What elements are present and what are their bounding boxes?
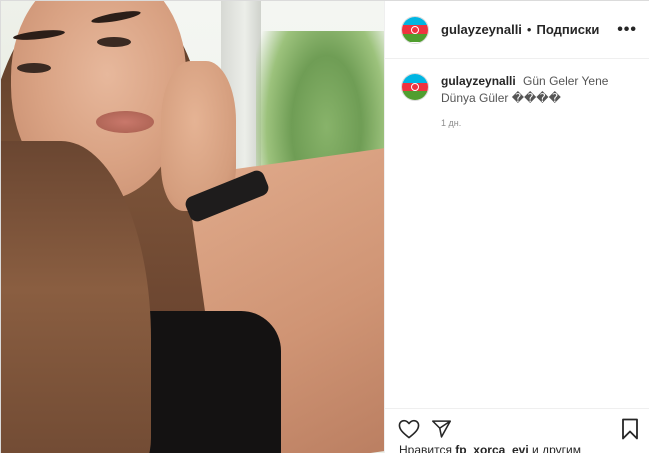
post-container: gulayzeynalli • Подписки ••• gulayzeynal… [0,0,649,453]
photo-lips [96,111,154,133]
header-username[interactable]: gulayzeynalli [441,22,522,37]
header-separator: • [526,22,532,37]
azerbaijan-flag-icon [402,16,428,43]
following-button[interactable]: Подписки [536,22,599,37]
caption: gulayzeynalli Gün Geler Yene Dünya Güler… [401,73,641,107]
send-icon[interactable] [429,417,453,441]
post-time[interactable]: 1 дн. [441,118,461,128]
bookmark-icon[interactable] [618,417,642,441]
photo-eye-left [17,63,51,73]
post-side-panel: gulayzeynalli • Подписки ••• gulayzeynal… [384,1,649,453]
more-options-icon[interactable]: ••• [617,21,637,39]
caption-username[interactable]: gulayzeynalli [441,74,516,88]
likes-summary: Нравится fp_xorca_evi и другим [399,443,581,453]
post-header: gulayzeynalli • Подписки ••• [385,1,649,59]
post-photo[interactable] [1,1,384,453]
photo-eye-right [97,37,131,47]
caption-avatar[interactable] [401,73,429,101]
azerbaijan-flag-icon [402,74,428,100]
likes-prefix: Нравится [399,443,452,453]
caption-text: gulayzeynalli Gün Geler Yene Dünya Güler… [441,73,641,107]
likes-suffix[interactable]: и другим [532,443,581,453]
heart-icon[interactable] [397,417,421,441]
likes-user-link[interactable]: fp_xorca_evi [455,443,528,453]
avatar[interactable] [401,15,429,44]
